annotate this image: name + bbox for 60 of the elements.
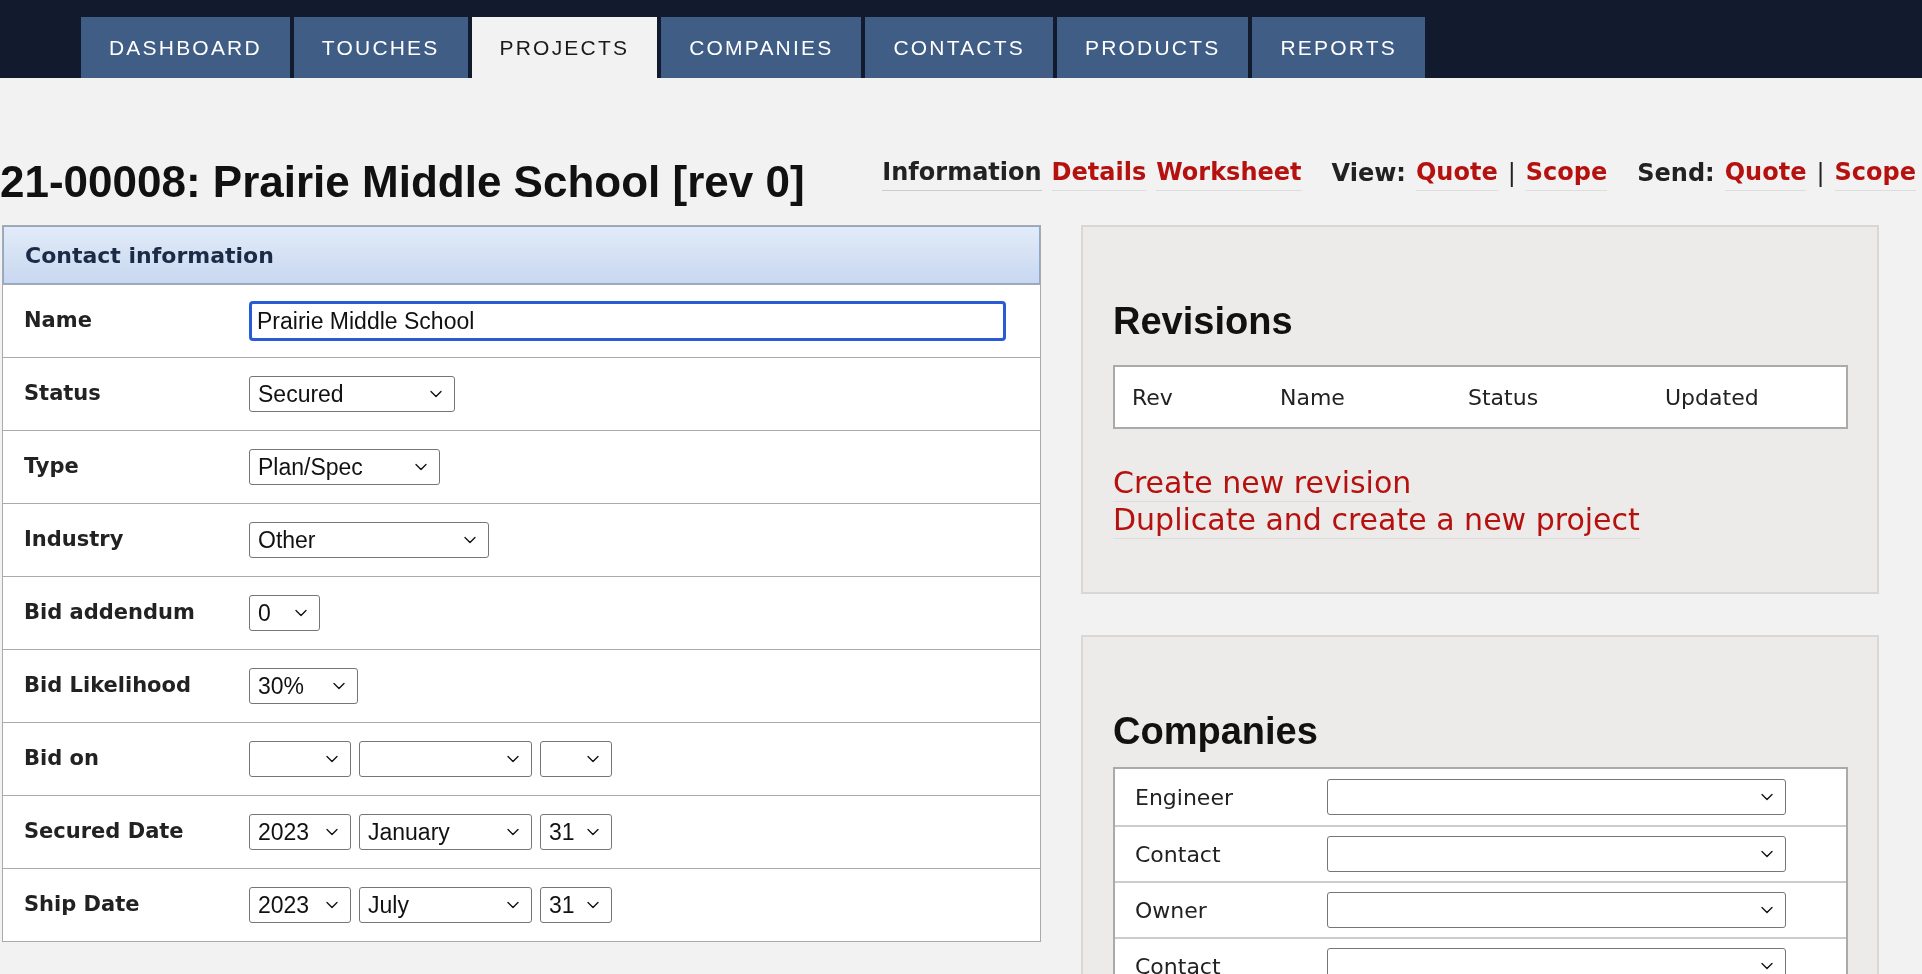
field-label: Bid on [23,745,100,773]
link-separator: | [1507,157,1516,189]
month-dropdown[interactable]: January [359,814,532,850]
company-role-label: Engineer [1134,783,1234,812]
dropdown[interactable]: Other [249,522,489,558]
section-heading: Revisions [1113,299,1294,343]
nav-link[interactable]: Details [1051,154,1147,191]
company-dropdown[interactable] [1327,948,1786,974]
year-dropdown[interactable]: 2023 [249,814,351,850]
nav-link[interactable]: Quote [1415,154,1498,191]
nav-link[interactable]: Scope [1834,154,1916,191]
section-heading: Companies [1113,709,1319,753]
year-dropdown[interactable] [249,741,351,777]
column-header: Updated [1665,383,1759,412]
company-dropdown[interactable] [1327,779,1786,815]
column-header: Rev [1132,383,1174,412]
nav-link[interactable]: Quote [1724,154,1807,191]
company-role-label: Contact [1134,840,1222,869]
page-title: 21-00008: Prairie Middle School [rev 0] [0,156,805,208]
nav-tab[interactable]: PRODUCTS [1056,17,1249,78]
company-dropdown[interactable] [1327,836,1786,872]
dropdown[interactable]: Secured [249,376,455,412]
year-dropdown[interactable]: 2023 [249,887,351,923]
nav-tab[interactable]: PROJECTS [471,17,658,78]
dropdown[interactable]: 0 [249,595,320,631]
field-label: Type [23,453,80,481]
field-label: Status [23,380,102,408]
name-field[interactable]: Prairie Middle School [249,301,1006,341]
field-label: Ship Date [23,891,141,919]
company-role-label: Owner [1134,896,1208,925]
field-label: Name [23,307,93,335]
column-header: Name [1280,383,1346,412]
action-link[interactable]: Create new revision [1113,465,1412,502]
link-group-label: Send: [1637,157,1715,189]
field-label: Bid Likelihood [23,672,192,700]
day-dropdown[interactable]: 31 [540,814,612,850]
nav-tab[interactable]: COMPANIES [661,17,862,78]
nav-tab[interactable]: REPORTS [1252,17,1425,78]
company-dropdown[interactable] [1327,892,1786,928]
dropdown[interactable]: Plan/Spec [249,449,440,485]
action-link[interactable]: Duplicate and create a new project [1113,502,1640,539]
day-dropdown[interactable]: 31 [540,887,612,923]
month-dropdown[interactable] [359,741,532,777]
company-role-label: Contact [1134,952,1222,974]
link-separator: | [1816,157,1825,189]
field-label: Bid addendum [23,599,196,627]
current-page-label: Information [882,154,1042,191]
nav-tab[interactable]: CONTACTS [865,17,1053,78]
column-header: Status [1468,383,1540,412]
field-label: Secured Date [23,818,185,846]
nav-link[interactable]: Scope [1525,154,1608,191]
nav-link[interactable]: Worksheet [1156,154,1302,191]
day-dropdown[interactable] [540,741,612,777]
panel-title: Contact information [25,241,274,270]
dropdown[interactable]: 30% [249,668,358,704]
nav-tab[interactable]: DASHBOARD [81,17,290,78]
month-dropdown[interactable]: July [359,887,532,923]
link-group-label: View: [1331,157,1406,189]
field-label: Industry [23,526,125,554]
nav-tab[interactable]: TOUCHES [293,17,468,78]
